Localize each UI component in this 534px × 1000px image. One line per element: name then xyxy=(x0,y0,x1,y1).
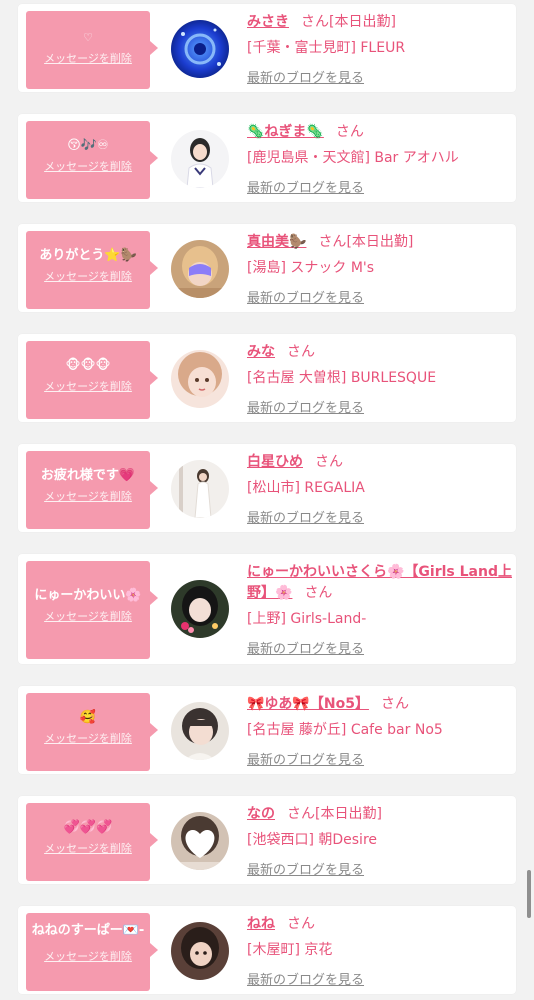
message-text: ♡ xyxy=(83,31,93,44)
delete-message-link[interactable]: メッセージを削除 xyxy=(26,608,150,624)
profile-name-link[interactable]: 真由美🦫 xyxy=(247,234,306,250)
message-bubble: にゅーかわいい🌸 メッセージを削除 xyxy=(26,561,158,659)
list-item: 🐵🐵🐵 メッセージを削除 みな さん [名古屋 大曽根] BURLESQUE 最新… xyxy=(18,334,516,422)
message-text: 🐵🐵🐵 xyxy=(65,358,111,373)
avatar[interactable] xyxy=(171,350,229,408)
shop-name: [木屋町] 京花 xyxy=(247,942,333,958)
blog-link[interactable]: 最新のブログを見る xyxy=(247,749,513,768)
message-bubble: 🥰 メッセージを削除 xyxy=(26,693,158,771)
blog-link[interactable]: 最新のブログを見る xyxy=(247,859,513,878)
shop-name: [名古屋 藤が丘] Cafe bar No5 xyxy=(247,722,443,738)
list-item: 😚🎶♾ メッセージを削除 🦠ねぎま🦠 さん [鹿児島県・天文館] Bar アオハル… xyxy=(18,114,516,202)
message-text: 🥰 xyxy=(79,710,97,725)
shop-name: [上野] Girls-Land- xyxy=(247,611,367,627)
avatar[interactable] xyxy=(171,580,229,638)
shop-name: [松山市] REGALIA xyxy=(247,480,365,496)
list-item: 🥰 メッセージを削除 🎀ゆあ🎀【No5】 さん [名古屋 藤が丘] Cafe ba… xyxy=(18,686,516,774)
message-bubble: ♡ メッセージを削除 xyxy=(26,11,158,89)
list-item: ねねのすーぱー💌- メッセージを削除 ねね さん [木屋町] 京花 最新のブログを… xyxy=(18,906,516,994)
shop-name: [池袋西口] 朝Desire xyxy=(247,832,378,848)
avatar[interactable] xyxy=(171,702,229,760)
message-bubble: お疲れ様です💗 メッセージを削除 xyxy=(26,451,158,529)
profile-name-link[interactable]: 白星ひめ xyxy=(247,454,303,470)
shop-name: [鹿児島県・天文館] Bar アオハル xyxy=(247,150,459,166)
blog-link[interactable]: 最新のブログを見る xyxy=(247,507,513,526)
honorific: さん xyxy=(287,806,315,822)
message-bubble: 😚🎶♾ メッセージを削除 xyxy=(26,121,158,199)
list-item: にゅーかわいい🌸 メッセージを削除 にゅーかわいいさくら🌸【Girls Land… xyxy=(18,554,516,664)
message-text: 😚🎶♾ xyxy=(67,138,109,153)
blog-link[interactable]: 最新のブログを見る xyxy=(247,969,513,988)
status-badge: [本日出勤] xyxy=(346,234,414,250)
message-bubble: 💞💞💞 メッセージを削除 xyxy=(26,803,158,881)
blog-link[interactable]: 最新のブログを見る xyxy=(247,287,513,306)
message-text: お疲れ様です💗 xyxy=(40,468,136,483)
blog-link[interactable]: 最新のブログを見る xyxy=(247,67,513,86)
shop-name: [名古屋 大曽根] BURLESQUE xyxy=(247,370,437,386)
shop-name: [湯島] スナック M's xyxy=(247,260,375,276)
message-bubble: ありがとう⭐️🦫 メッセージを削除 xyxy=(26,231,158,309)
honorific: さん xyxy=(301,14,329,30)
list-item: お疲れ様です💗 メッセージを削除 白星ひめ さん [松山市] REGALIA 最新… xyxy=(18,444,516,532)
avatar[interactable] xyxy=(171,922,229,980)
honorific: さん xyxy=(318,234,347,250)
blog-link[interactable]: 最新のブログを見る xyxy=(247,638,513,657)
honorific: さん xyxy=(304,585,333,601)
honorific: さん xyxy=(287,344,315,360)
delete-message-link[interactable]: メッセージを削除 xyxy=(26,730,150,746)
message-bubble: ねねのすーぱー💌- メッセージを削除 xyxy=(26,913,158,991)
profile-name-link[interactable]: なの xyxy=(247,806,275,822)
delete-message-link[interactable]: メッセージを削除 xyxy=(26,488,150,504)
blog-link[interactable]: 最新のブログを見る xyxy=(247,397,513,416)
avatar[interactable] xyxy=(171,20,229,78)
list-item: ♡ メッセージを削除 みさき さん[本日出勤] [千葉・富士見町] FLEUR 最… xyxy=(18,4,516,92)
status-badge: [本日出勤] xyxy=(329,14,396,30)
delete-message-link[interactable]: メッセージを削除 xyxy=(26,840,150,856)
honorific: さん xyxy=(380,696,409,712)
profile-name-link[interactable]: みな xyxy=(247,344,275,360)
message-text: ねねのすーぱー💌- xyxy=(31,923,145,938)
message-text: ありがとう⭐️🦫 xyxy=(39,248,137,263)
honorific: さん xyxy=(315,454,343,470)
delete-message-link[interactable]: メッセージを削除 xyxy=(26,158,150,174)
delete-message-link[interactable]: メッセージを削除 xyxy=(26,378,150,394)
profile-name-link[interactable]: ねね xyxy=(247,916,275,932)
shop-name: [千葉・富士見町] FLEUR xyxy=(247,40,406,56)
honorific: さん xyxy=(335,124,364,140)
status-badge: [本日出勤] xyxy=(315,806,382,822)
profile-name-link[interactable]: 🎀ゆあ🎀【No5】 xyxy=(247,696,369,712)
avatar[interactable] xyxy=(171,460,229,518)
delete-message-link[interactable]: メッセージを削除 xyxy=(26,50,150,66)
avatar[interactable] xyxy=(171,130,229,188)
message-text: 💞💞💞 xyxy=(63,820,113,835)
delete-message-link[interactable]: メッセージを削除 xyxy=(26,268,150,284)
message-text: にゅーかわいい🌸 xyxy=(34,588,142,603)
delete-message-link[interactable]: メッセージを削除 xyxy=(26,948,150,964)
profile-name-link[interactable]: にゅーかわいいさくら🌸【Girls Land上野】🌸 xyxy=(247,564,512,601)
list-item: 💞💞💞 メッセージを削除 なの さん[本日出勤] [池袋西口] 朝Desire 最… xyxy=(18,796,516,884)
message-bubble: 🐵🐵🐵 メッセージを削除 xyxy=(26,341,158,419)
profile-name-link[interactable]: 🦠ねぎま🦠 xyxy=(247,124,324,140)
scrollbar-thumb[interactable] xyxy=(527,870,531,918)
list-item: ありがとう⭐️🦫 メッセージを削除 真由美🦫 さん[本日出勤] [湯島] スナック… xyxy=(18,224,516,312)
honorific: さん xyxy=(287,916,315,932)
profile-name-link[interactable]: みさき xyxy=(247,14,289,30)
avatar[interactable] xyxy=(171,812,229,870)
avatar[interactable] xyxy=(171,240,229,298)
blog-link[interactable]: 最新のブログを見る xyxy=(247,177,513,196)
